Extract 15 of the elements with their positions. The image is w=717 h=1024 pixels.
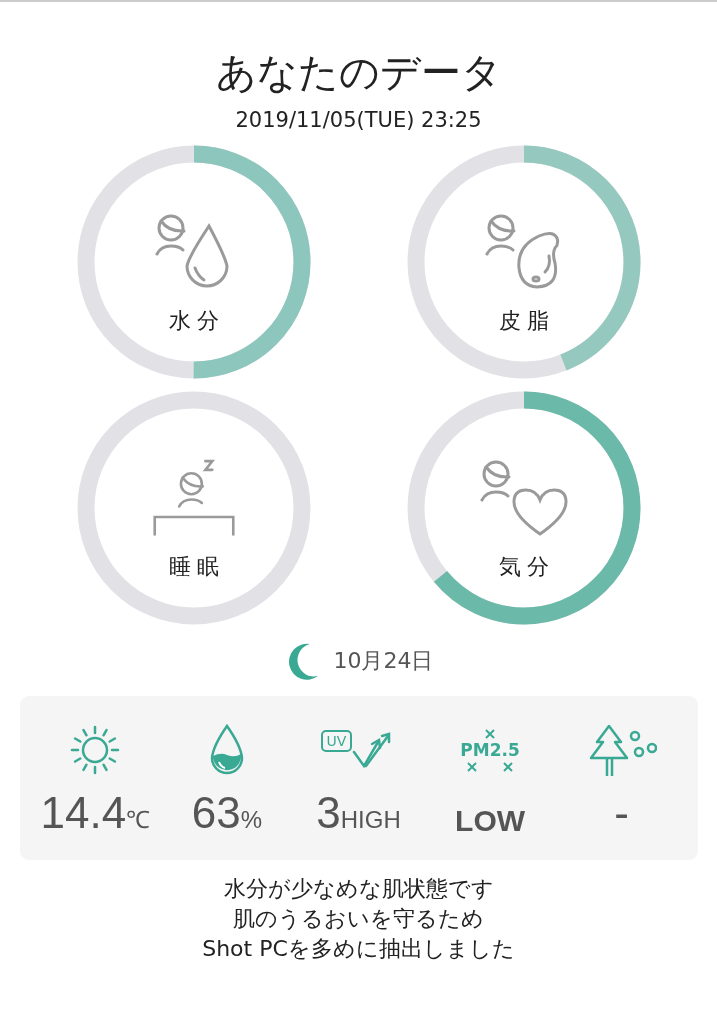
ring-label: 睡眠: [167, 553, 225, 581]
weather-value: 3HIGH: [316, 788, 401, 838]
moon-date: 10月24日: [333, 647, 434, 675]
page-title: あなたのデータ: [215, 48, 502, 96]
ring-label: 気分: [497, 553, 555, 581]
weather-value: -: [614, 788, 629, 838]
date-time: 2019/11/05(TUE) 23:25: [235, 108, 482, 132]
ring-label: 水分: [167, 307, 225, 335]
water-drop-icon: [208, 724, 245, 776]
weather-value: 63%: [191, 788, 263, 838]
weather-value: LOW: [455, 804, 526, 838]
weather-value: 14.4℃: [40, 788, 151, 838]
sun-icon: [69, 724, 122, 776]
message: 水分が少なめな肌状態です 肌のうるおいを守るため Shot PCを多めに抽出しました: [202, 875, 515, 963]
ring-label: 皮脂: [497, 307, 555, 335]
